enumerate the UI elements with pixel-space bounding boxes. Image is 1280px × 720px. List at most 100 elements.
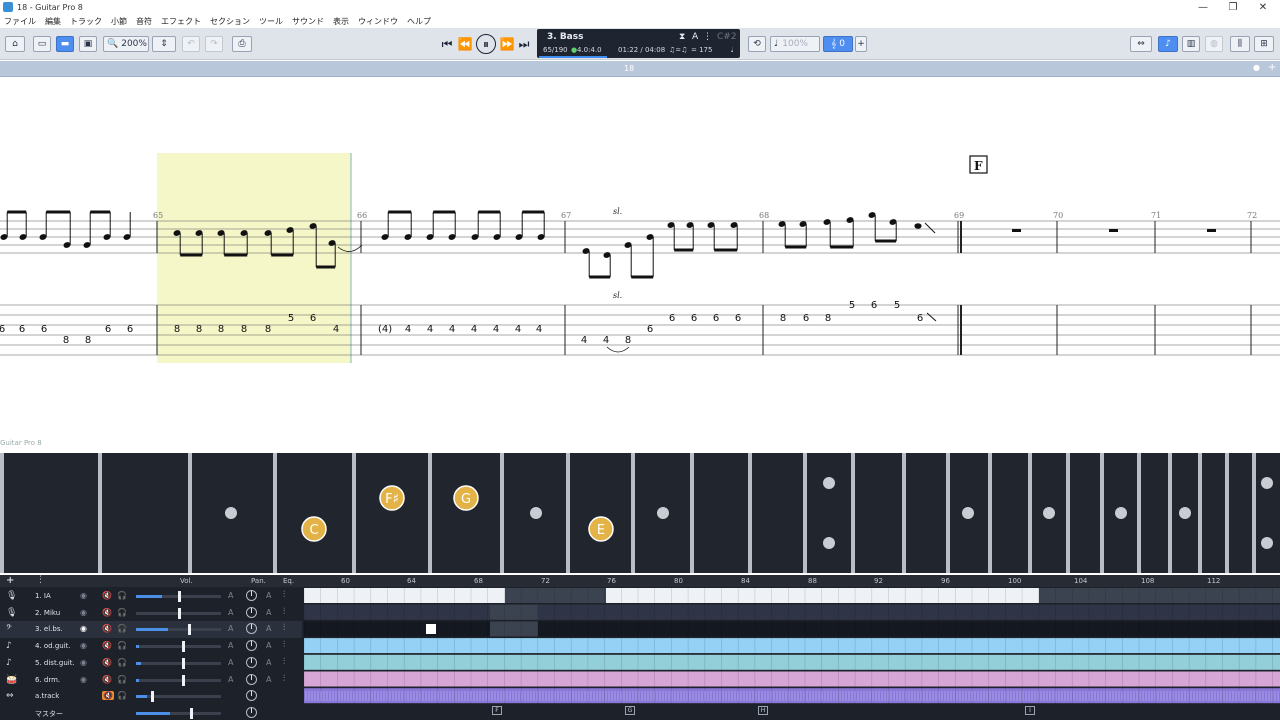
mute-icon[interactable]: 🔇 bbox=[102, 591, 112, 600]
track-row[interactable]: ♪ 5. dist.guit. ◉ 🔇 🎧 A A ⫶ bbox=[0, 655, 302, 672]
eye-icon[interactable]: ◉ bbox=[80, 608, 87, 617]
menu-track[interactable]: トラック bbox=[70, 16, 102, 27]
automation-icon[interactable]: A bbox=[228, 675, 233, 684]
menu-window[interactable]: ウィンドウ bbox=[358, 16, 398, 27]
undo-button[interactable]: ↶ bbox=[182, 36, 200, 52]
track-row[interactable]: ⇔ a.track 🔇 🎧 bbox=[0, 688, 302, 705]
pan-automation-icon[interactable]: A bbox=[266, 675, 271, 684]
volume-knob[interactable] bbox=[182, 641, 185, 653]
track-row[interactable]: 🎙 1. IA ◉ 🔇 🎧 A A ⫶ bbox=[0, 588, 302, 605]
screen-view-button[interactable]: ▣ bbox=[79, 36, 97, 52]
minimize-button[interactable]: — bbox=[1188, 0, 1218, 14]
automation-icon[interactable]: A bbox=[228, 624, 233, 633]
volume-knob[interactable] bbox=[182, 674, 185, 686]
menu-view[interactable]: 表示 bbox=[333, 16, 349, 27]
lcd-display[interactable]: 3. Bass ⧗ A ⋮ C#2 65/190 ● 4.0:4.0 01:22… bbox=[537, 29, 740, 58]
volume-slider[interactable] bbox=[136, 691, 221, 703]
close-button[interactable]: ✕ bbox=[1248, 0, 1278, 14]
pan-knob[interactable] bbox=[246, 706, 257, 718]
automation-icon[interactable]: A bbox=[228, 591, 233, 600]
track-row[interactable]: マスター bbox=[0, 705, 302, 720]
toggle-mixer-button[interactable]: ⇔ bbox=[1130, 36, 1152, 52]
toggle-tuner-button[interactable]: ⫼ bbox=[1230, 36, 1250, 52]
headphones-icon[interactable]: 🎧 bbox=[117, 591, 127, 600]
automation-icon[interactable]: A bbox=[228, 608, 233, 617]
track-row[interactable]: ♪ 4. od.guit. ◉ 🔇 🎧 A A ⫶ bbox=[0, 638, 302, 655]
headphones-icon[interactable]: 🎧 bbox=[117, 658, 127, 667]
section-marker-chip[interactable]: G bbox=[625, 706, 635, 715]
volume-slider[interactable] bbox=[136, 607, 221, 619]
pan-automation-icon[interactable]: A bbox=[266, 591, 271, 600]
volume-slider[interactable] bbox=[136, 641, 221, 653]
page-view-button[interactable]: ▭ bbox=[33, 36, 51, 52]
eq-icon[interactable]: ⫶ bbox=[283, 640, 285, 650]
play-pause-button[interactable]: ⏸ bbox=[476, 34, 496, 54]
toggle-palette-button[interactable]: ⊞ bbox=[1254, 36, 1274, 52]
file-tab[interactable]: 18 bbox=[624, 64, 634, 73]
volume-slider[interactable] bbox=[136, 591, 221, 602]
redo-button[interactable]: ↷ bbox=[205, 36, 223, 52]
eq-icon[interactable]: ⫶ bbox=[283, 674, 285, 684]
menu-file[interactable]: ファイル bbox=[4, 16, 36, 27]
speed-select[interactable]: ♩ 100% bbox=[770, 36, 820, 52]
volume-knob[interactable] bbox=[178, 607, 181, 619]
go-start-button[interactable]: ⏮ bbox=[440, 35, 454, 53]
volume-slider[interactable] bbox=[136, 707, 221, 719]
menu-edit[interactable]: 編集 bbox=[45, 16, 61, 27]
menu-section[interactable]: セクション bbox=[210, 16, 250, 27]
pan-knob[interactable] bbox=[246, 656, 257, 668]
pan-knob[interactable] bbox=[246, 673, 257, 685]
volume-slider[interactable] bbox=[136, 674, 221, 686]
volume-slider[interactable] bbox=[136, 624, 221, 636]
go-end-button[interactable]: ⏭ bbox=[517, 35, 531, 53]
eq-icon[interactable]: ⫶ bbox=[283, 607, 285, 617]
home-button[interactable]: ⌂ bbox=[5, 36, 25, 52]
volume-slider[interactable] bbox=[136, 657, 221, 669]
eye-icon[interactable]: ◉ bbox=[80, 658, 87, 667]
toggle-instrument-button[interactable]: ♪ bbox=[1158, 36, 1178, 52]
volume-knob[interactable] bbox=[178, 591, 181, 602]
eye-icon[interactable]: ◉ bbox=[80, 641, 87, 650]
track-row[interactable]: 🥁 6. drm. ◉ 🔇 🎧 A A ⫶ bbox=[0, 672, 302, 689]
pan-automation-icon[interactable]: A bbox=[266, 624, 271, 633]
pan-knob[interactable] bbox=[246, 640, 257, 652]
print-button[interactable]: ⎙ bbox=[232, 36, 252, 52]
mute-icon[interactable]: 🔇 bbox=[102, 608, 112, 617]
pan-knob[interactable] bbox=[246, 590, 257, 601]
pitch-select[interactable]: 𝄞 0 bbox=[823, 36, 853, 52]
loop-button[interactable]: ⟲ bbox=[748, 36, 766, 52]
menu-sound[interactable]: サウンド bbox=[292, 16, 324, 27]
section-marker-chip[interactable]: I bbox=[1025, 706, 1035, 715]
fit-button[interactable]: ⇕ bbox=[152, 36, 176, 52]
mute-icon[interactable]: 🔇 bbox=[102, 658, 112, 667]
automation-icon[interactable]: A bbox=[228, 641, 233, 650]
section-marker-chip[interactable]: H bbox=[758, 706, 768, 715]
forward-button[interactable]: ⏩ bbox=[499, 35, 515, 53]
restore-button[interactable]: ❐ bbox=[1218, 0, 1248, 14]
toggle-drums-button[interactable]: ◍ bbox=[1205, 36, 1223, 52]
add-button[interactable]: + bbox=[855, 36, 867, 52]
track-timeline[interactable] bbox=[304, 587, 1280, 707]
pan-knob[interactable] bbox=[246, 623, 257, 635]
eye-icon[interactable]: ◉ bbox=[80, 591, 87, 600]
zoom-select[interactable]: 🔍 200% bbox=[103, 36, 149, 52]
rewind-button[interactable]: ⏪ bbox=[457, 35, 473, 53]
menu-note[interactable]: 音符 bbox=[136, 16, 152, 27]
headphones-icon[interactable]: 🎧 bbox=[117, 608, 127, 617]
menu-help[interactable]: ヘルプ bbox=[407, 16, 431, 27]
headphones-icon[interactable]: 🎧 bbox=[117, 624, 127, 633]
eq-icon[interactable]: ⫶ bbox=[283, 657, 285, 667]
pan-automation-icon[interactable]: A bbox=[266, 641, 271, 650]
headphones-icon[interactable]: 🎧 bbox=[117, 691, 127, 700]
volume-knob[interactable] bbox=[190, 707, 193, 719]
automation-icon[interactable]: A bbox=[228, 658, 233, 667]
track-row[interactable]: 𝄢 3. el.bs. ◉ 🔇 🎧 A A ⫶ bbox=[0, 621, 302, 639]
pan-automation-icon[interactable]: A bbox=[266, 608, 271, 617]
score-view[interactable]: 65 66 67 68 69 70 71 72 sl. sl. F 6 6 6 8 8 6 6 8 8 8 8 8 5 6 4 (4… bbox=[0, 77, 1280, 435]
pan-knob[interactable] bbox=[246, 606, 257, 618]
volume-knob[interactable] bbox=[188, 624, 191, 636]
pan-knob[interactable] bbox=[246, 690, 257, 702]
volume-knob[interactable] bbox=[151, 691, 154, 703]
toggle-keyboard-button[interactable]: ▥ bbox=[1182, 36, 1200, 52]
fretboard[interactable]: C F♯ G E bbox=[0, 453, 1280, 573]
